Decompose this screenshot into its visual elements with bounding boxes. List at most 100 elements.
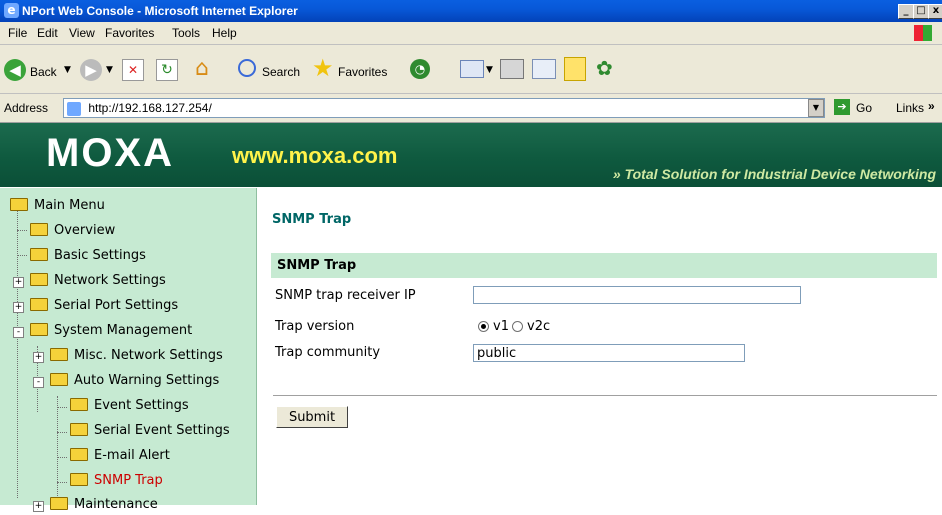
menu-edit[interactable]: Edit <box>37 26 58 40</box>
sidebar-item-event-settings[interactable]: Event Settings <box>70 396 189 416</box>
sidebar-item-label: Event Settings <box>94 398 189 413</box>
address-field[interactable]: http://192.168.127.254/ <box>63 98 825 118</box>
sidebar-item-label: Misc. Network Settings <box>74 348 223 363</box>
address-url: http://192.168.127.254/ <box>88 101 212 115</box>
community-input[interactable] <box>473 344 745 362</box>
forward-dropdown-icon[interactable]: ▼ <box>106 65 113 75</box>
sidebar-item-label: E-mail Alert <box>94 448 170 463</box>
home-icon[interactable]: ⌂ <box>190 57 214 81</box>
menu-tools[interactable]: Tools <box>172 26 200 40</box>
section-title: SNMP Trap <box>277 258 357 273</box>
collapse-minus-icon[interactable]: - <box>33 377 44 388</box>
section-header: SNMP Trap <box>271 253 937 278</box>
moxa-logo: MOXA <box>46 131 174 175</box>
sidebar-item-serial-event-settings[interactable]: Serial Event Settings <box>70 421 230 441</box>
menu-favorites[interactable]: Favorites <box>105 26 154 40</box>
sidebar-item-label: Overview <box>54 223 116 238</box>
folder-icon <box>30 248 48 261</box>
links-button[interactable]: Links <box>896 101 924 115</box>
mail-dropdown-icon[interactable]: ▼ <box>486 65 493 75</box>
radio-v1[interactable] <box>478 321 489 332</box>
back-dropdown-icon[interactable]: ▼ <box>64 65 71 75</box>
sidebar-menu: Main Menu Overview Basic Settings + Netw… <box>0 188 257 512</box>
sidebar-item-auto-warning-settings[interactable]: Auto Warning Settings <box>50 371 219 391</box>
search-icon[interactable] <box>238 59 256 77</box>
forward-arrow-icon[interactable]: ▶ <box>80 59 102 81</box>
window-title: NPort Web Console - Microsoft Internet E… <box>22 4 298 18</box>
print-icon[interactable] <box>500 59 524 79</box>
folder-open-icon <box>10 198 28 211</box>
folder-icon <box>30 273 48 286</box>
maximize-button[interactable]: □ <box>913 4 929 19</box>
windows-flag-icon <box>914 25 932 41</box>
sidebar-item-network-settings[interactable]: Network Settings <box>30 271 166 291</box>
trap-version-label: Trap version <box>275 319 355 334</box>
sidebar-item-overview[interactable]: Overview <box>30 221 115 241</box>
divider <box>273 395 937 396</box>
expand-plus-icon[interactable]: + <box>33 352 44 363</box>
tagline: » Total Solution for Industrial Device N… <box>612 166 936 182</box>
folder-icon <box>70 473 88 486</box>
site-link[interactable]: www.moxa.com <box>232 143 397 169</box>
page-title: SNMP Trap <box>272 212 352 227</box>
minimize-button[interactable]: _ <box>898 4 914 19</box>
go-arrow-icon[interactable]: ➔ <box>834 99 850 115</box>
mail-icon[interactable] <box>460 60 484 78</box>
folder-icon <box>70 398 88 411</box>
menu-bar: File Edit View Favorites Tools Help <box>0 22 942 45</box>
radio-v2c[interactable] <box>512 321 523 332</box>
history-icon[interactable]: ◔ <box>410 59 430 79</box>
sidebar-item-email-alert[interactable]: E-mail Alert <box>70 446 170 466</box>
address-label: Address <box>4 101 49 115</box>
refresh-icon[interactable]: ↻ <box>156 59 178 81</box>
sidebar-item-snmp-trap[interactable]: SNMP Trap <box>70 471 163 491</box>
back-arrow-icon[interactable]: ◀ <box>4 59 26 81</box>
collapse-minus-icon[interactable]: - <box>13 327 24 338</box>
main-content: SNMP Trap SNMP Trap SNMP trap receiver I… <box>257 188 942 505</box>
note-icon[interactable] <box>564 57 586 81</box>
radio-v2c-label: v2c <box>527 319 551 334</box>
sidebar-item-main-menu[interactable]: Main Menu <box>10 196 105 216</box>
moxa-banner: MOXA www.moxa.com » Total Solution for I… <box>0 123 942 187</box>
back-label[interactable]: Back <box>30 65 57 79</box>
sidebar-item-label: Network Settings <box>54 273 166 288</box>
folder-open-icon <box>50 373 68 386</box>
ie-logo-icon: e <box>4 3 19 18</box>
sidebar-item-misc-network-settings[interactable]: Misc. Network Settings <box>50 346 223 366</box>
sidebar-item-label: SNMP Trap <box>94 473 163 488</box>
address-dropdown-icon[interactable]: ▼ <box>808 99 824 117</box>
expand-plus-icon[interactable]: + <box>13 302 24 313</box>
folder-icon <box>70 423 88 436</box>
sidebar-item-label: Serial Port Settings <box>54 298 179 313</box>
sidebar-item-label: Auto Warning Settings <box>74 373 220 388</box>
expand-plus-icon[interactable]: + <box>13 277 24 288</box>
menu-help[interactable]: Help <box>212 26 237 40</box>
messenger-icon[interactable]: ✿ <box>596 57 613 79</box>
community-label: Trap community <box>275 345 381 360</box>
menu-view[interactable]: View <box>69 26 95 40</box>
sidebar-item-basic-settings[interactable]: Basic Settings <box>30 246 146 266</box>
receiver-ip-input[interactable] <box>473 286 801 304</box>
favorites-star-icon[interactable]: ★ <box>312 55 334 81</box>
menu-file[interactable]: File <box>8 26 27 40</box>
submit-button[interactable]: Submit <box>276 406 348 428</box>
title-bar: e NPort Web Console - Microsoft Internet… <box>0 0 942 22</box>
sidebar-item-system-management[interactable]: System Management <box>30 321 192 341</box>
radio-v1-label: v1 <box>493 319 509 334</box>
receiver-ip-label: SNMP trap receiver IP <box>275 288 416 303</box>
stop-icon[interactable]: ✕ <box>122 59 144 81</box>
folder-icon <box>30 223 48 236</box>
edit-icon[interactable] <box>532 59 556 79</box>
expand-plus-icon[interactable]: + <box>33 501 44 512</box>
folder-icon <box>70 448 88 461</box>
sidebar-item-serial-port-settings[interactable]: Serial Port Settings <box>30 296 178 316</box>
favorites-label[interactable]: Favorites <box>338 65 387 79</box>
sidebar-item-label: Main Menu <box>34 198 105 213</box>
links-chevron-icon[interactable]: » <box>928 99 935 113</box>
sidebar-item-label: Basic Settings <box>54 248 146 263</box>
close-button[interactable]: x <box>928 4 942 19</box>
search-label[interactable]: Search <box>262 65 300 79</box>
go-button[interactable]: Go <box>856 101 872 115</box>
sidebar-item-maintenance[interactable]: Maintenance <box>50 495 158 515</box>
folder-icon <box>50 497 68 510</box>
